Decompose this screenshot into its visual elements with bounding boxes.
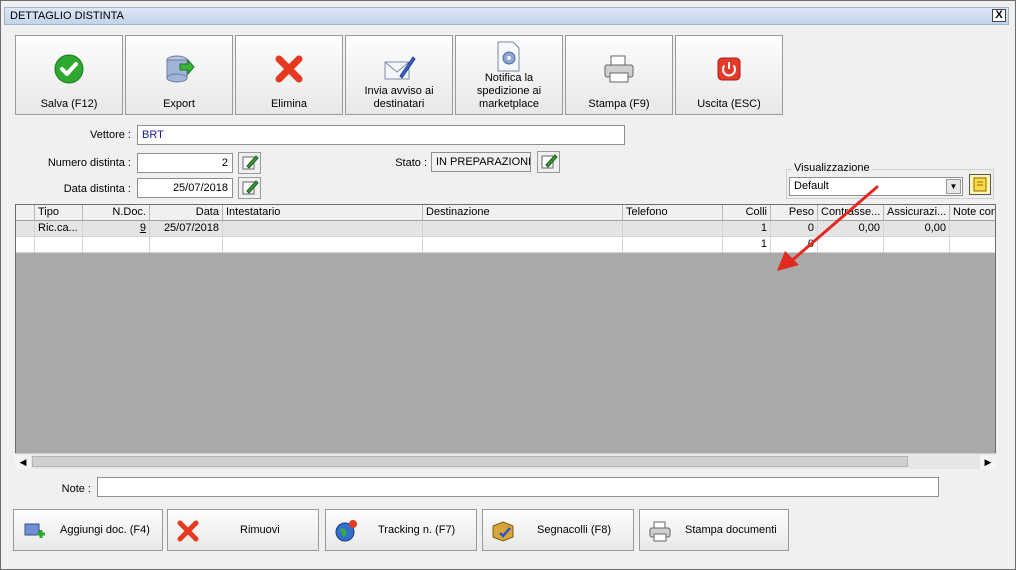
save-label: Salva (F12) (40, 98, 98, 110)
power-icon (717, 57, 741, 81)
cell-destinazione (423, 237, 623, 253)
col-header-ndoc[interactable]: N.Doc. (83, 205, 150, 221)
cell-destinazione[interactable] (423, 221, 623, 237)
database-export-icon (166, 55, 195, 83)
exit-label: Uscita (ESC) (697, 98, 761, 110)
window-title: DETTAGLIO DISTINTA (10, 10, 124, 22)
delete-button[interactable]: Elimina (235, 35, 343, 115)
note-label: Note : (61, 483, 91, 495)
cell-telefono (623, 237, 723, 253)
print-button[interactable]: Stampa (F9) (565, 35, 673, 115)
printer-icon (604, 55, 634, 83)
export-button[interactable]: Export (125, 35, 233, 115)
notebook-icon (973, 177, 987, 192)
printer-icon (649, 521, 671, 542)
col-header-telefono[interactable]: Telefono (623, 205, 723, 221)
export-label: Export (163, 98, 195, 110)
cell-intestatario (223, 237, 423, 253)
add-document-icon (24, 523, 45, 538)
edit-pencil-icon (541, 154, 558, 169)
segnacolli-button[interactable]: Segnacolli (F8) (482, 509, 634, 551)
add-document-button[interactable]: Aggiungi doc. (F4) (13, 509, 163, 551)
numero-distinta-field[interactable]: 2 (137, 153, 233, 173)
row-indicator (16, 237, 35, 253)
cell-colli-total: 1 (723, 237, 771, 253)
vettore-label: Vettore : (90, 129, 131, 141)
vettore-field[interactable]: BRT (137, 125, 625, 145)
title-bar: DETTAGLIO DISTINTA X (4, 7, 1009, 25)
edit-data-button[interactable] (238, 177, 261, 199)
scroll-left-icon[interactable]: ◀ (15, 455, 31, 469)
exit-button[interactable]: Uscita (ESC) (675, 35, 783, 115)
col-header-assicurazione[interactable]: Assicurazi... (884, 205, 950, 221)
scroll-thumb[interactable] (32, 456, 908, 467)
close-button[interactable]: X (992, 9, 1006, 22)
horizontal-scrollbar[interactable]: ◀ ▶ (15, 453, 996, 469)
dettaglio-distinta-window: DETTAGLIO DISTINTA X Salva (F12) Export … (0, 0, 1016, 570)
print-documents-label: Stampa documenti (685, 524, 777, 536)
document-gear-icon (497, 41, 520, 72)
tracking-button[interactable]: Tracking n. (F7) (325, 509, 477, 551)
cell-ndoc (83, 237, 150, 253)
notify-marketplace-button[interactable]: Notifica la spedizione ai marketplace (455, 35, 563, 115)
package-check-icon (492, 521, 514, 542)
remove-label: Rimuovi (240, 524, 280, 536)
red-arrow-annotation (777, 185, 879, 271)
cell-tipo (35, 237, 83, 253)
data-distinta-field[interactable]: 25/07/2018 (137, 178, 233, 198)
stato-label: Stato : (395, 157, 427, 169)
cell-colli[interactable]: 1 (723, 221, 771, 237)
col-header-destinazione[interactable]: Destinazione (423, 205, 623, 221)
cell-note (950, 237, 995, 253)
cell-telefono[interactable] (623, 221, 723, 237)
print-documents-button[interactable]: Stampa documenti (639, 509, 789, 551)
chevron-down-icon[interactable]: ▼ (946, 179, 961, 194)
remove-button[interactable]: Rimuovi (167, 509, 319, 551)
view-settings-button[interactable] (969, 174, 991, 195)
stato-field: IN PREPARAZIONE (431, 152, 531, 172)
cell-data (150, 237, 223, 253)
cell-intestatario[interactable] (223, 221, 423, 237)
delete-label: Elimina (270, 98, 308, 110)
row-indicator[interactable] (16, 221, 35, 237)
notify-marketplace-label: Notifica la spedizione ai marketplace (476, 72, 542, 110)
col-header-intestatario[interactable]: Intestatario (223, 205, 423, 221)
note-field[interactable] (97, 477, 939, 497)
cell-ndoc[interactable]: 9 (83, 221, 150, 237)
edit-pencil-icon (242, 180, 259, 195)
delete-x-icon (275, 55, 303, 83)
envelope-pen-icon (384, 56, 416, 80)
send-notice-label: Invia avviso ai destinatari (364, 85, 434, 110)
segnacolli-label: Segnacolli (F8) (537, 524, 611, 536)
globe-icon (335, 520, 357, 542)
visualizzazione-label: Visualizzazione (792, 162, 872, 174)
numero-distinta-label: Numero distinta : (47, 157, 131, 169)
cell-data[interactable]: 25/07/2018 (150, 221, 223, 237)
save-button[interactable]: Salva (F12) (15, 35, 123, 115)
print-label: Stampa (F9) (588, 98, 650, 110)
edit-pencil-icon (242, 155, 259, 170)
send-notice-button[interactable]: Invia avviso ai destinatari (345, 35, 453, 115)
check-icon (54, 54, 84, 84)
scroll-right-icon[interactable]: ▶ (980, 455, 996, 469)
add-document-label: Aggiungi doc. (F4) (60, 524, 150, 536)
cell-tipo[interactable]: Ric.ca... (35, 221, 83, 237)
cell-assicurazione (884, 237, 950, 253)
col-header-tipo[interactable]: Tipo (35, 205, 83, 221)
data-distinta-label: Data distinta : (63, 183, 131, 195)
cell-assicurazione[interactable]: 0,00 (884, 221, 950, 237)
remove-x-icon (177, 520, 199, 542)
tracking-label: Tracking n. (F7) (378, 524, 456, 536)
edit-stato-button[interactable] (537, 151, 560, 173)
row-indicator-header (16, 205, 35, 221)
cell-note[interactable] (950, 221, 995, 237)
edit-numero-button[interactable] (238, 152, 261, 174)
col-header-colli[interactable]: Colli (723, 205, 771, 221)
col-header-note[interactable]: Note con (950, 205, 995, 221)
col-header-data[interactable]: Data (150, 205, 223, 221)
